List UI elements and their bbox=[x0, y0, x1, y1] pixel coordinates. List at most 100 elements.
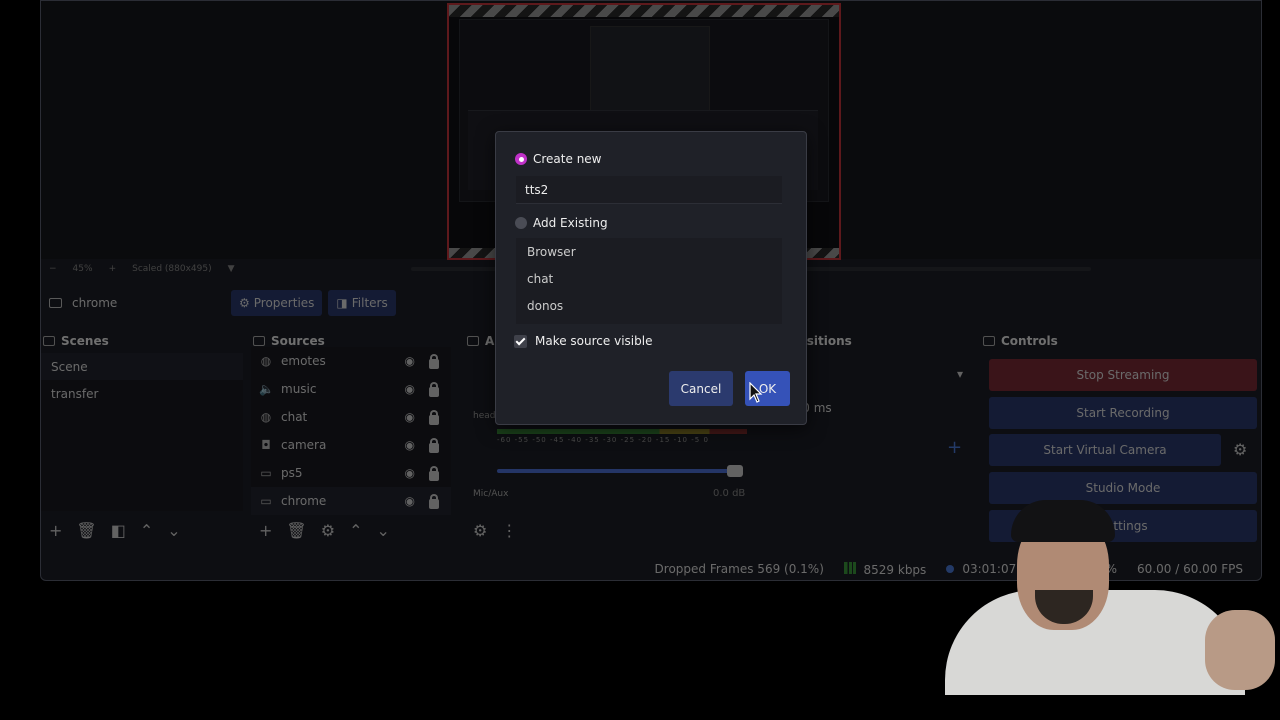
lock-icon[interactable] bbox=[429, 354, 439, 369]
sources-list: ◍ emotes ◉ 🔈 music ◉ ◍ chat ◉ ◘ camera ◉… bbox=[251, 347, 451, 515]
chevron-down-icon[interactable]: ⌄ bbox=[167, 521, 180, 540]
properties-button[interactable]: ⚙ Properties bbox=[231, 290, 323, 316]
add-existing-option[interactable]: Add Existing bbox=[515, 216, 608, 230]
webcam-overlay bbox=[905, 490, 1280, 695]
make-visible-option[interactable]: Make source visible bbox=[514, 334, 652, 348]
headset-volume-slider[interactable] bbox=[497, 465, 743, 477]
chevron-up-icon[interactable]: ⌃ bbox=[140, 521, 153, 540]
filter-icon[interactable]: ◧ bbox=[111, 521, 126, 540]
dock-icon bbox=[253, 336, 265, 346]
scene-item[interactable]: transfer bbox=[41, 380, 243, 407]
chevron-up-icon[interactable]: ⌃ bbox=[349, 521, 362, 540]
mouse-cursor-icon bbox=[749, 382, 763, 403]
gear-icon: ⚙ bbox=[239, 296, 250, 310]
eye-icon[interactable]: ◉ bbox=[405, 494, 415, 508]
camera-icon: ◘ bbox=[261, 438, 271, 452]
make-visible-checkbox[interactable] bbox=[514, 334, 527, 348]
scenes-toolbar: + 🗑 ◧ ⌃ ⌄ bbox=[41, 511, 243, 549]
current-source: chrome bbox=[41, 296, 231, 310]
eye-icon[interactable]: ◉ bbox=[405, 438, 415, 452]
eye-icon[interactable]: ◉ bbox=[405, 466, 415, 480]
add-existing-label: Add Existing bbox=[533, 216, 608, 230]
existing-source-item[interactable]: chat bbox=[516, 265, 782, 292]
lock-icon[interactable] bbox=[429, 494, 439, 509]
monitor-icon bbox=[49, 298, 62, 308]
webcam-person-cap bbox=[1011, 500, 1115, 542]
radio-unselected-icon[interactable] bbox=[515, 217, 527, 229]
zoom-out-button[interactable]: − bbox=[49, 264, 57, 274]
scaled-label: Scaled (880x495) bbox=[132, 264, 212, 274]
source-name: emotes bbox=[281, 354, 326, 368]
speaker-icon: 🔈 bbox=[259, 382, 274, 396]
create-new-label: Create new bbox=[533, 152, 602, 166]
add-icon[interactable]: + bbox=[947, 437, 962, 458]
zoom-in-button[interactable]: + bbox=[109, 264, 117, 274]
preview-top-border bbox=[449, 5, 839, 17]
monitor-icon: ▭ bbox=[260, 494, 272, 508]
source-item-camera[interactable]: ◘ camera ◉ bbox=[251, 431, 451, 459]
sources-toolbar: + 🗑 ⚙ ⌃ ⌄ bbox=[251, 511, 451, 549]
mixer-toolbar: ⚙ ⋮ bbox=[465, 511, 755, 549]
chevron-down-icon[interactable]: ⌄ bbox=[376, 521, 389, 540]
filters-label: Filters bbox=[351, 296, 388, 310]
filter-icon: ◨ bbox=[336, 296, 348, 310]
scenes-dock: Scenes Scene transfer + 🗑 ◧ ⌃ ⌄ bbox=[41, 329, 243, 549]
eye-icon[interactable]: ◉ bbox=[405, 354, 415, 368]
dock-icon bbox=[43, 336, 55, 346]
trash-icon[interactable]: 🗑 bbox=[76, 521, 96, 540]
existing-sources-list: Browser chat donos bbox=[516, 238, 782, 324]
lock-icon[interactable] bbox=[429, 382, 439, 397]
scale-dropdown-icon[interactable]: ▼ bbox=[228, 264, 235, 274]
eye-icon[interactable]: ◉ bbox=[405, 410, 415, 424]
volume-track[interactable] bbox=[497, 465, 743, 477]
source-name: chrome bbox=[281, 494, 327, 508]
source-name: camera bbox=[281, 438, 327, 452]
source-item-emotes[interactable]: ◍ emotes ◉ bbox=[251, 347, 451, 375]
cancel-button[interactable]: Cancel bbox=[669, 371, 733, 406]
more-options-icon[interactable]: ⋮ bbox=[501, 521, 517, 540]
source-item-chat[interactable]: ◍ chat ◉ bbox=[251, 403, 451, 431]
eye-icon[interactable]: ◉ bbox=[405, 382, 415, 396]
make-visible-label: Make source visible bbox=[535, 334, 653, 348]
add-source-dialog: Create new Add Existing Browser chat don… bbox=[495, 131, 807, 425]
source-name: ps5 bbox=[281, 466, 303, 480]
start-virtual-camera-button[interactable]: Start Virtual Camera bbox=[989, 434, 1221, 466]
start-recording-button[interactable]: Start Recording bbox=[989, 397, 1257, 429]
meter-ticks: -60 -55 -50 -45 -40 -35 -30 -25 -20 -15 … bbox=[497, 436, 709, 444]
controls-title-text: Controls bbox=[1001, 334, 1058, 348]
properties-label: Properties bbox=[253, 296, 315, 310]
headset-meter: -60 -55 -50 -45 -40 -35 -30 -25 -20 -15 … bbox=[497, 427, 747, 444]
scene-item[interactable]: Scene bbox=[41, 353, 243, 380]
source-item-ps5[interactable]: ▭ ps5 ◉ bbox=[251, 459, 451, 487]
existing-source-item[interactable]: donos bbox=[516, 292, 782, 319]
source-name: chat bbox=[281, 410, 308, 424]
globe-icon: ◍ bbox=[260, 354, 272, 368]
filters-button[interactable]: ◨ Filters bbox=[328, 290, 396, 316]
mic-db: 0.0 dB bbox=[713, 488, 746, 499]
scenes-list: Scene transfer bbox=[41, 353, 243, 511]
add-icon[interactable]: + bbox=[49, 521, 62, 540]
level-meter bbox=[497, 429, 747, 434]
trash-icon[interactable]: 🗑 bbox=[286, 521, 306, 540]
lock-icon[interactable] bbox=[429, 438, 439, 453]
radio-selected-icon[interactable] bbox=[515, 153, 527, 165]
monitor-icon: ▭ bbox=[260, 466, 272, 480]
lock-icon[interactable] bbox=[429, 410, 439, 425]
mic-label: Mic/Aux bbox=[473, 489, 509, 499]
globe-icon: ◍ bbox=[260, 410, 272, 424]
add-icon[interactable]: + bbox=[259, 521, 272, 540]
gear-icon[interactable]: ⚙ bbox=[321, 521, 335, 540]
source-name: music bbox=[281, 382, 317, 396]
source-name-input[interactable] bbox=[516, 176, 782, 204]
signal-icon bbox=[843, 561, 856, 574]
lock-icon[interactable] bbox=[429, 466, 439, 481]
create-new-option[interactable]: Create new bbox=[515, 152, 602, 166]
gear-icon[interactable]: ⚙ bbox=[1233, 440, 1247, 459]
controls-title: Controls bbox=[981, 329, 1261, 353]
stop-streaming-button[interactable]: Stop Streaming bbox=[989, 359, 1257, 391]
sources-dock: Sources ◍ emotes ◉ 🔈 music ◉ ◍ chat ◉ ◘ … bbox=[251, 329, 451, 549]
existing-source-item[interactable]: Browser bbox=[516, 238, 782, 265]
source-item-music[interactable]: 🔈 music ◉ bbox=[251, 375, 451, 403]
scenes-title-text: Scenes bbox=[61, 334, 109, 348]
gear-icon[interactable]: ⚙ bbox=[473, 521, 487, 540]
